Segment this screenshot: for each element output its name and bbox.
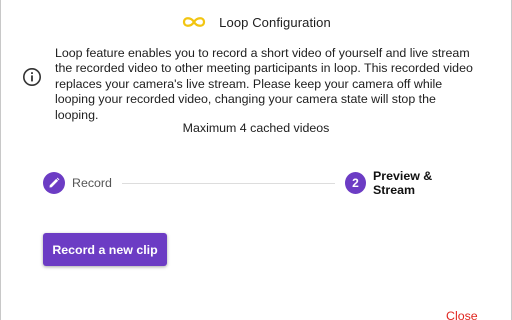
step-preview-label: Preview & Stream: [373, 169, 433, 197]
step-preview-stream[interactable]: 2 Preview & Stream: [345, 169, 473, 197]
stepper-connector: [122, 183, 335, 184]
dialog-header: Loop Configuration: [0, 11, 512, 33]
step-record-circle: [43, 172, 65, 194]
loop-stepper: Record 2 Preview & Stream: [43, 169, 473, 197]
info-icon: [23, 68, 41, 86]
infinity-loop-icon: [183, 17, 206, 27]
step-record[interactable]: Record: [43, 172, 112, 194]
close-button[interactable]: Close: [446, 309, 478, 320]
max-cached-videos-text: Maximum 4 cached videos: [182, 121, 330, 135]
step-record-label: Record: [72, 176, 112, 190]
dialog-title: Loop Configuration: [219, 14, 331, 30]
step-preview-number: 2: [345, 172, 367, 194]
dialog-left-border: [0, 0, 1, 320]
loop-description: Loop feature enables you to record a sho…: [55, 46, 473, 122]
loop-configuration-dialog: Loop Configuration Loop feature enables …: [0, 0, 512, 320]
record-new-clip-button[interactable]: Record a new clip: [43, 233, 167, 266]
pencil-icon: [49, 177, 60, 188]
